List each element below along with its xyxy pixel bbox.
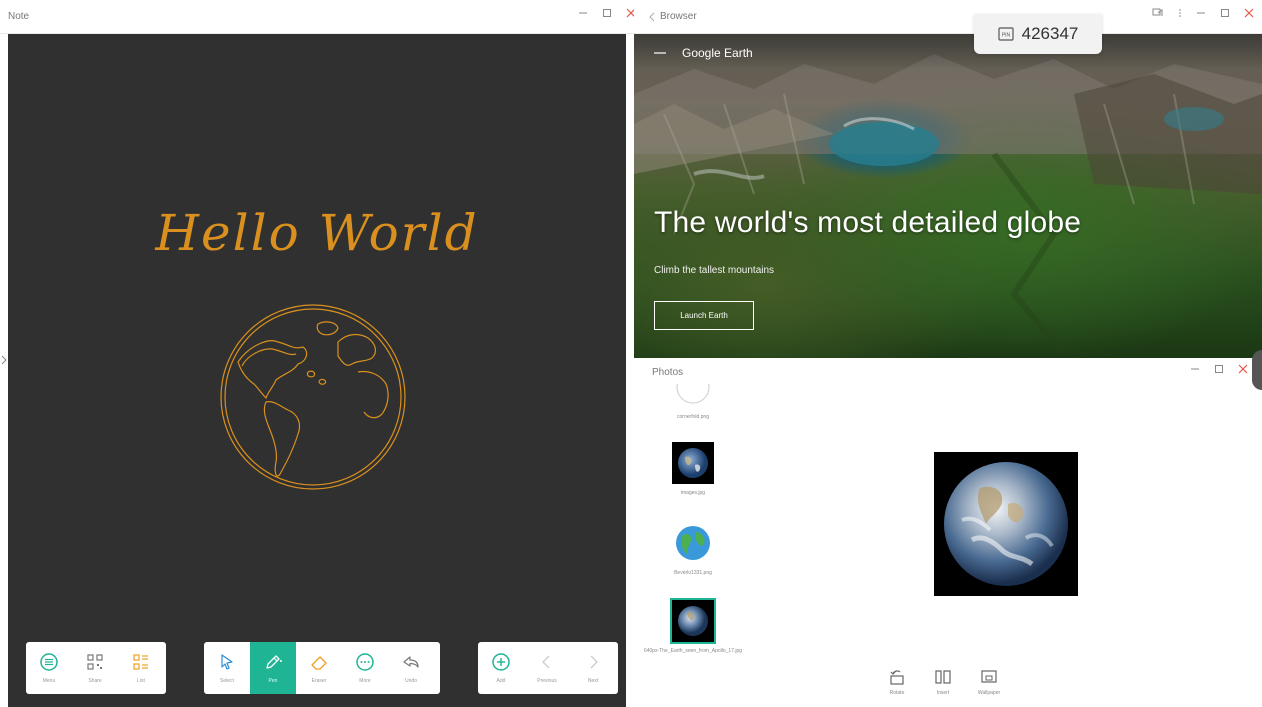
- menu-button[interactable]: Menu: [26, 642, 72, 694]
- list-icon: [133, 654, 148, 670]
- hamburger-icon[interactable]: [654, 48, 666, 58]
- add-page-button[interactable]: Add: [478, 642, 524, 694]
- thumbnail-name: Beverlo1331.png: [674, 570, 712, 576]
- next-label: Next: [587, 678, 599, 684]
- minimize-icon[interactable]: [578, 8, 588, 18]
- note-window: Note Hello World Menu Share List Select …: [0, 0, 634, 707]
- thumbnail-name: cornerfold.png: [677, 414, 709, 420]
- thumbnail-item[interactable]: cornerfold.png: [634, 384, 752, 420]
- minimize-icon[interactable]: [1196, 8, 1206, 18]
- maximize-icon[interactable]: [1214, 364, 1224, 374]
- close-icon[interactable]: [1238, 364, 1248, 374]
- select-label: Select: [220, 678, 234, 684]
- chevron-right-icon: [590, 655, 598, 669]
- thumbnail-name: 640px-The_Earth_seen_from_Apollo_17.jpg: [643, 648, 743, 654]
- photo-thumbnail-list[interactable]: cornerfold.png images.jpg Beverlo1331.pn…: [634, 384, 752, 664]
- undo-icon: [403, 656, 419, 668]
- close-icon[interactable]: [626, 8, 634, 18]
- list-button[interactable]: List: [118, 642, 164, 694]
- share-screen-icon[interactable]: [1152, 8, 1164, 18]
- earth-preview-image: [944, 462, 1068, 586]
- launch-earth-button[interactable]: Launch Earth: [654, 301, 754, 330]
- wallpaper-icon: [981, 670, 997, 683]
- browser-window-title: Browser: [660, 11, 697, 22]
- menu-label: Menu: [42, 678, 56, 684]
- select-button[interactable]: Select: [204, 642, 250, 694]
- whiteboard-canvas[interactable]: Hello World Menu Share List Select Pen E…: [8, 34, 626, 707]
- share-label: Share: [88, 678, 102, 684]
- add-label: Add: [496, 678, 506, 684]
- next-page-button[interactable]: Next: [570, 642, 616, 694]
- photos-titlebar: Photos: [634, 358, 1262, 384]
- meeting-code-badge[interactable]: PIN 426347: [974, 14, 1102, 54]
- meeting-code: 426347: [1021, 24, 1079, 43]
- eraser-button[interactable]: Eraser: [296, 642, 342, 694]
- previous-label: Previous: [537, 678, 557, 684]
- note-titlebar: Note: [0, 0, 634, 34]
- thumbnail-item[interactable]: images.jpg: [634, 442, 752, 496]
- more-icon: [356, 653, 374, 671]
- photo-actions: Rotate Insert Wallpaper: [882, 668, 1004, 696]
- chevron-left-icon: [542, 655, 550, 669]
- green-globe-thumbnail: [676, 526, 710, 560]
- earth-thumbnail: [678, 448, 708, 478]
- thumbnail-item-selected[interactable]: 640px-The_Earth_seen_from_Apollo_17.jpg: [634, 598, 752, 654]
- pen-icon: [266, 655, 282, 669]
- more-options-icon[interactable]: [1178, 8, 1182, 18]
- thumbnail-item[interactable]: Beverlo1331.png: [634, 522, 752, 576]
- hero-heading: The world's most detailed globe: [654, 206, 1082, 239]
- toolbar-right: Add Previous Next: [478, 642, 618, 694]
- previous-page-button[interactable]: Previous: [524, 642, 570, 694]
- rotate-button[interactable]: Rotate: [882, 668, 912, 696]
- insert-label: Insert: [936, 690, 950, 696]
- thumbnail-name: images.jpg: [680, 490, 706, 496]
- maximize-icon[interactable]: [1220, 8, 1230, 18]
- hero-subtitle: Climb the tallest mountains: [654, 265, 775, 276]
- photos-window-title: Photos: [652, 367, 684, 378]
- maximize-icon[interactable]: [602, 8, 612, 18]
- right-edge-handle[interactable]: [1252, 350, 1262, 390]
- apollo-earth-thumbnail: [678, 606, 708, 636]
- cornerfold-thumbnail: [676, 384, 710, 404]
- menu-icon: [40, 653, 58, 671]
- wallpaper-label: Wallpaper: [977, 690, 1001, 696]
- expand-left-icon[interactable]: [0, 350, 8, 370]
- browser-titlebar: Browser: [634, 0, 1262, 34]
- cast-code-icon: PIN: [998, 27, 1014, 41]
- qr-icon: [87, 654, 103, 670]
- insert-button[interactable]: Insert: [928, 668, 958, 696]
- list-label: List: [137, 678, 145, 684]
- note-window-title: Note: [8, 11, 30, 22]
- eraser-label: Eraser: [311, 678, 327, 684]
- photo-preview[interactable]: [934, 452, 1078, 596]
- browser-back-icon[interactable]: [648, 12, 656, 22]
- insert-icon: [935, 670, 951, 684]
- undo-button[interactable]: Undo: [388, 642, 434, 694]
- close-icon[interactable]: [1244, 8, 1254, 18]
- handdrawn-globe-drawing: [220, 304, 406, 490]
- google-earth-header: Google Earth: [634, 34, 1262, 70]
- wallpaper-button[interactable]: Wallpaper: [974, 668, 1004, 696]
- eraser-icon: [311, 656, 327, 670]
- undo-label: Undo: [405, 678, 417, 684]
- more-button[interactable]: More: [342, 642, 388, 694]
- add-icon: [492, 653, 510, 671]
- share-button[interactable]: Share: [72, 642, 118, 694]
- handwritten-text: Hello World: [155, 204, 479, 262]
- toolbar-center: Select Pen Eraser More Undo: [204, 642, 440, 694]
- select-cursor-icon: [221, 654, 233, 670]
- pen-button[interactable]: Pen: [250, 642, 296, 694]
- svg-text:PIN: PIN: [1001, 33, 1010, 39]
- rotate-label: Rotate: [889, 690, 905, 696]
- minimize-icon[interactable]: [1190, 364, 1200, 374]
- pen-label: Pen: [268, 678, 278, 684]
- toolbar-left: Menu Share List: [26, 642, 166, 694]
- photos-window: Photos cornerfold.png images.jpg Beverlo…: [634, 358, 1262, 707]
- rotate-icon: [890, 670, 904, 685]
- browser-window: Browser Google Earth The world's most de…: [634, 0, 1262, 358]
- google-earth-page: Google Earth The world's most detailed g…: [634, 34, 1262, 358]
- google-earth-title[interactable]: Google Earth: [682, 46, 753, 60]
- more-label: More: [359, 678, 371, 684]
